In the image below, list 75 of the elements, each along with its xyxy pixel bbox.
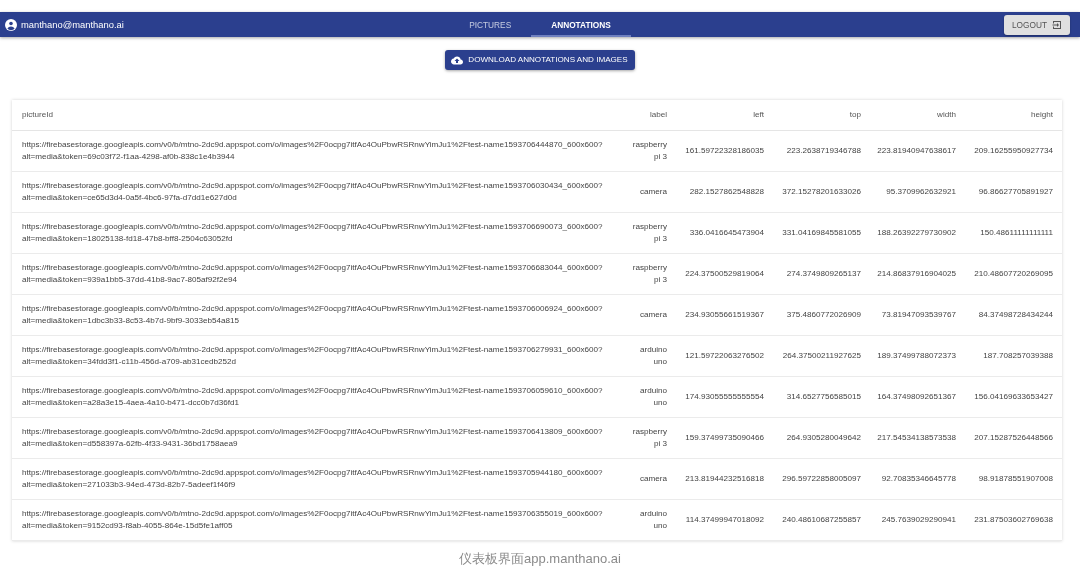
table-cell: 282.1527862548828 bbox=[676, 171, 773, 212]
table-cell: https://firebasestorage.googleapis.com/v0/b/mtno-2dc9d.appspot.com/o/images%2F0ocpg7itfAc4OuPbwRSRnwYimJu1%2Ftest-name1593706030434_600x600? alt=media&token=ce65d3d4-0a5f-4bc6-97fa-d7dd1e627d0d bbox=[12, 171, 616, 212]
table-cell: 213.81944232516818 bbox=[676, 458, 773, 499]
column-header: width bbox=[870, 100, 965, 130]
nav-tab[interactable]: ANNOTATIONS bbox=[531, 12, 631, 37]
table-cell: 240.48610687255857 bbox=[773, 499, 870, 540]
table-cell: raspberry pi 3 bbox=[616, 417, 676, 458]
table-cell: https://firebasestorage.googleapis.com/v0/b/mtno-2dc9d.appspot.com/o/images%2F0ocpg7itfAc4OuPbwRSRnwYimJu1%2Ftest-name1593706279931_600x600? alt=media&token=34fdd3f1-c11b-456d-a709-ab31cedb252d bbox=[12, 335, 616, 376]
table-cell: 214.86837916904025 bbox=[870, 253, 965, 294]
table-cell: 336.0416645473904 bbox=[676, 212, 773, 253]
table-cell: arduino uno bbox=[616, 376, 676, 417]
table-cell: raspberry pi 3 bbox=[616, 253, 676, 294]
column-header: height bbox=[965, 100, 1062, 130]
table-cell: 296.59722858005097 bbox=[773, 458, 870, 499]
table-cell: 274.3749809265137 bbox=[773, 253, 870, 294]
table-cell: https://firebasestorage.googleapis.com/v0/b/mtno-2dc9d.appspot.com/o/images%2F0ocpg7itfAc4OuPbwRSRnwYimJu1%2Ftest-name1593706444870_600x600? alt=media&token=69c03f72-f1aa-4298-af0b-838c1e4b3944 bbox=[12, 130, 616, 171]
table-cell: 264.37500211927625 bbox=[773, 335, 870, 376]
table-cell: https://firebasestorage.googleapis.com/v0/b/mtno-2dc9d.appspot.com/o/images%2F0ocpg7itfAc4OuPbwRSRnwYimJu1%2Ftest-name1593706006924_600x600? alt=media&token=1dbc3b33-8c53-4b7d-9bf9-3033eb54a815 bbox=[12, 294, 616, 335]
table-cell: https://firebasestorage.googleapis.com/v0/b/mtno-2dc9d.appspot.com/o/images%2F0ocpg7itfAc4OuPbwRSRnwYimJu1%2Ftest-name1593706059610_600x600? alt=media&token=a28a3e15-4aea-4a10-b471-dcc0b7d36fd1 bbox=[12, 376, 616, 417]
table-cell: 224.37500529819064 bbox=[676, 253, 773, 294]
table-cell: 164.37498092651367 bbox=[870, 376, 965, 417]
table-cell: 210.48607720269095 bbox=[965, 253, 1062, 294]
cloud-upload-icon bbox=[451, 55, 464, 65]
download-button[interactable]: DOWNLOAD ANNOTATIONS AND IMAGES bbox=[445, 50, 635, 70]
table-cell: https://firebasestorage.googleapis.com/v0/b/mtno-2dc9d.appspot.com/o/images%2F0ocpg7itfAc4OuPbwRSRnwYimJu1%2Ftest-name1593705944180_600x600? alt=media&token=271033b3-94ed-473d-82b7-5adeef1f46f9 bbox=[12, 458, 616, 499]
table-cell: 150.48611111111111 bbox=[965, 212, 1062, 253]
table-cell: 92.70835346645778 bbox=[870, 458, 965, 499]
table-cell: https://firebasestorage.googleapis.com/v0/b/mtno-2dc9d.appspot.com/o/images%2F0ocpg7itfAc4OuPbwRSRnwYimJu1%2Ftest-name1593706355019_600x600? alt=media&token=9152cd93-f8ab-4055-864e-15d5fe1aff05 bbox=[12, 499, 616, 540]
table-cell: 98.91878551907008 bbox=[965, 458, 1062, 499]
user-email: manthano@manthano.ai bbox=[21, 18, 124, 31]
table-cell: 156.04169633653427 bbox=[965, 376, 1062, 417]
column-header: left bbox=[676, 100, 773, 130]
table-cell: 174.93055555555554 bbox=[676, 376, 773, 417]
table-cell: 161.59722328186035 bbox=[676, 130, 773, 171]
table-cell: 375.4860772026909 bbox=[773, 294, 870, 335]
logout-button[interactable]: LOGOUT bbox=[1003, 14, 1070, 35]
table-cell: 331.04169845581055 bbox=[773, 212, 870, 253]
table-cell: raspberry pi 3 bbox=[616, 212, 676, 253]
table-cell: arduino uno bbox=[616, 499, 676, 540]
table-cell: 114.37499947018092 bbox=[676, 499, 773, 540]
table-cell: 372.15278201633026 bbox=[773, 171, 870, 212]
caption-text: 仪表板界面app.manthano.ai bbox=[459, 551, 621, 566]
table-cell: 223.2638719346788 bbox=[773, 130, 870, 171]
table-cell: 223.81940947638617 bbox=[870, 130, 965, 171]
column-header: pictureId bbox=[12, 100, 616, 130]
table-cell: 314.6527756585015 bbox=[773, 376, 870, 417]
table-cell: 207.15287526448566 bbox=[965, 417, 1062, 458]
table-cell: 234.93055661519367 bbox=[676, 294, 773, 335]
table-cell: 264.9305280049642 bbox=[773, 417, 870, 458]
nav-tab[interactable]: PICTURES bbox=[449, 12, 532, 37]
table-cell: 159.37499735090466 bbox=[676, 417, 773, 458]
column-header: top bbox=[773, 100, 870, 130]
table-cell: 217.54534138573538 bbox=[870, 417, 965, 458]
table-cell: 187.708257039388 bbox=[965, 335, 1062, 376]
table-cell: 73.81947093539767 bbox=[870, 294, 965, 335]
table-cell: arduino uno bbox=[616, 335, 676, 376]
table-cell: 189.37499788072373 bbox=[870, 335, 965, 376]
table-cell: 121.59722063276502 bbox=[676, 335, 773, 376]
exit-icon bbox=[1052, 19, 1062, 30]
table-cell: camera bbox=[616, 171, 676, 212]
table-cell: 84.37498728434244 bbox=[965, 294, 1062, 335]
table-cell: 96.86627705891927 bbox=[965, 171, 1062, 212]
table-cell: camera bbox=[616, 294, 676, 335]
table-cell: 231.87503602769638 bbox=[965, 499, 1062, 540]
table-cell: camera bbox=[616, 458, 676, 499]
table-cell: 95.3709962632921 bbox=[870, 171, 965, 212]
table-cell: 245.7639029290941 bbox=[870, 499, 965, 540]
table-cell: https://firebasestorage.googleapis.com/v0/b/mtno-2dc9d.appspot.com/o/images%2F0ocpg7itfAc4OuPbwRSRnwYimJu1%2Ftest-name1593706690073_600x600? alt=media&token=18025138-fd18-47b8-bff8-2504c63052fd bbox=[12, 212, 616, 253]
user-circle-icon bbox=[5, 18, 17, 31]
table-cell: raspberry pi 3 bbox=[616, 130, 676, 171]
table-cell: 188.26392279730902 bbox=[870, 212, 965, 253]
column-header: label bbox=[616, 100, 676, 130]
table-cell: https://firebasestorage.googleapis.com/v0/b/mtno-2dc9d.appspot.com/o/images%2F0ocpg7itfAc4OuPbwRSRnwYimJu1%2Ftest-name1593706683044_600x600? alt=media&token=939a1bb5-37dd-41b8-9ac7-805af92f2e94 bbox=[12, 253, 616, 294]
table-cell: 209.16255950927734 bbox=[965, 130, 1062, 171]
table-cell: https://firebasestorage.googleapis.com/v0/b/mtno-2dc9d.appspot.com/o/images%2F0ocpg7itfAc4OuPbwRSRnwYimJu1%2Ftest-name1593706413809_600x600? alt=media&token=d558397a-62fb-4f33-9431-36bd1758aea9 bbox=[12, 417, 616, 458]
